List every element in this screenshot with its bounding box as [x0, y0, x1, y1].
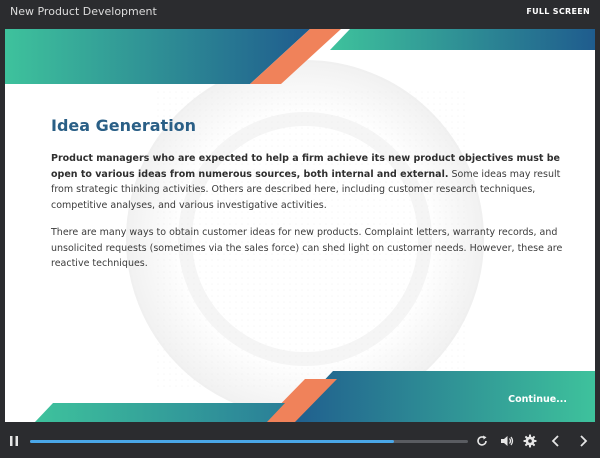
slide-canvas: Idea Generation Product managers who are…: [5, 29, 595, 422]
bottom-left-band: [35, 403, 285, 422]
slide-heading: Idea Generation: [51, 116, 197, 135]
title-bar: New Product Development FULL SCREEN: [0, 0, 600, 26]
previous-icon[interactable]: [548, 433, 564, 449]
full-screen-button[interactable]: FULL SCREEN: [526, 7, 590, 16]
next-icon[interactable]: [575, 433, 591, 449]
progress-bar[interactable]: [30, 440, 468, 443]
volume-icon[interactable]: [499, 433, 515, 449]
top-right-band: [330, 29, 595, 50]
customer-ideas-paragraph: There are many ways to obtain customer i…: [51, 227, 563, 269]
continue-button[interactable]: Continue...: [508, 394, 567, 405]
settings-icon[interactable]: [522, 433, 538, 449]
progress-fill: [30, 440, 394, 443]
player-controls: [0, 426, 600, 458]
course-title: New Product Development: [10, 5, 157, 18]
pause-icon[interactable]: [6, 433, 22, 449]
intro-paragraph: Product managers who are expected to hel…: [51, 151, 576, 213]
replay-icon[interactable]: [474, 433, 490, 449]
